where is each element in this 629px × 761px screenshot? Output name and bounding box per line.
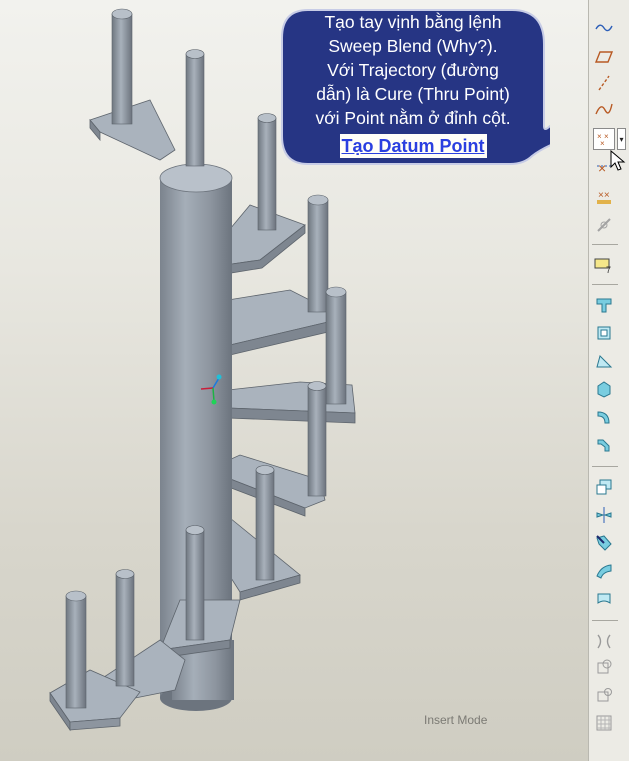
chamfer-icon[interactable] — [593, 434, 615, 456]
thicken-icon[interactable] — [593, 656, 615, 678]
callout-line: Với Trajectory (đường — [327, 60, 499, 80]
callout-line: với Point nằm ở đỉnh cột. — [315, 108, 511, 128]
callout-line: dẫn) là Cure (Thru Point) — [316, 84, 510, 104]
shell-icon[interactable] — [593, 476, 615, 498]
feature-toolbar: × × × ▾ × ×× 7 — [588, 0, 629, 761]
extrude-icon[interactable] — [593, 294, 615, 316]
svg-text:×: × — [598, 160, 606, 176]
create-datum-point-link[interactable]: Tạo Datum Point — [339, 134, 487, 158]
callout-line: Tạo tay vịnh bằng lệnh — [324, 12, 502, 32]
draft-icon[interactable] — [593, 504, 615, 526]
callout-text: Tạo tay vịnh bằng lệnh Sweep Blend (Why?… — [291, 10, 535, 158]
pattern-icon[interactable] — [593, 532, 615, 554]
svg-text:7: 7 — [606, 265, 611, 274]
datum-point-icon[interactable]: × × × — [593, 128, 615, 150]
annotation-icon[interactable]: 7 — [593, 254, 615, 276]
trim-icon[interactable] — [593, 588, 615, 610]
field-point-icon[interactable]: ×× — [593, 186, 615, 208]
hole-icon[interactable] — [593, 378, 615, 400]
offset-icon[interactable] — [593, 630, 615, 652]
datum-plane-icon[interactable] — [593, 46, 615, 68]
svg-text:××: ×× — [598, 190, 610, 201]
callout-line: Sweep Blend (Why?). — [328, 36, 498, 56]
round-icon[interactable] — [593, 406, 615, 428]
svg-text:×: × — [600, 139, 605, 147]
grid-icon[interactable] — [593, 712, 615, 734]
svg-text:×: × — [604, 132, 609, 141]
datum-axis-icon[interactable] — [593, 72, 615, 94]
sketch-curve-icon[interactable] — [593, 16, 615, 38]
revolve-icon[interactable] — [593, 322, 615, 344]
insert-mode-label: Insert Mode — [424, 713, 488, 727]
mouse-cursor-icon — [610, 150, 626, 171]
rib-icon[interactable] — [593, 350, 615, 372]
datum-curve-icon[interactable] — [593, 98, 615, 120]
merge-icon[interactable] — [593, 560, 615, 582]
datum-point-dropdown-icon[interactable]: ▾ — [617, 128, 626, 150]
step-1 — [89, 99, 176, 161]
coordinate-system-icon[interactable] — [593, 214, 615, 236]
solidify-icon[interactable] — [593, 684, 615, 706]
